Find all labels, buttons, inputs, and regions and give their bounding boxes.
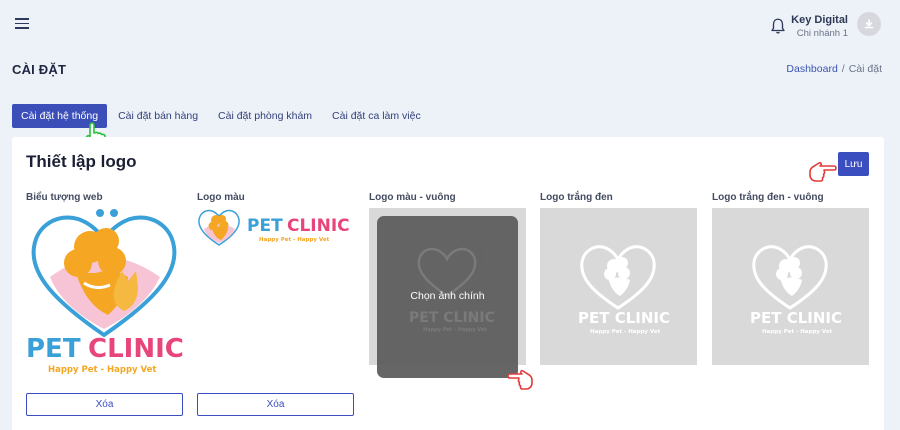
top-bar: Key Digital Chi nhánh 1 bbox=[0, 0, 900, 50]
logo-placeholder-tagline: Happy Pet - Happy Vet bbox=[762, 329, 833, 335]
choose-main-image-label: Chọn ảnh chính bbox=[410, 290, 485, 302]
download-icon bbox=[864, 19, 874, 29]
logo-placeholder-image: PET CLINIC Happy Pet - Happy Vet bbox=[750, 245, 842, 335]
logo-tagline: Happy Pet - Happy Vet bbox=[259, 237, 330, 243]
label-web-icon: Biểu tượng web bbox=[26, 192, 103, 203]
tab-sales-settings[interactable]: Cài đặt bán hàng bbox=[109, 104, 207, 128]
breadcrumb-dashboard-link[interactable]: Dashboard bbox=[786, 63, 837, 75]
web-icon-slot[interactable]: PET CLINIC Happy Pet - Happy Vet bbox=[26, 207, 184, 377]
logo-text-pet: PET bbox=[26, 334, 81, 364]
logo-placeholder-text: PET CLINIC bbox=[409, 310, 495, 326]
pointer-hand-icon bbox=[507, 369, 533, 390]
logo-settings-card: Thiết lập logo Lưu Biểu tượng web Logo m… bbox=[12, 137, 884, 430]
breadcrumb-current: Cài đặt bbox=[848, 63, 882, 75]
label-color-logo: Logo màu bbox=[197, 192, 245, 203]
logo-text-pet: PET bbox=[247, 216, 283, 236]
logo-text-clinic: CLINIC bbox=[287, 216, 350, 236]
logo-placeholder-tagline: Happy Pet - Happy Vet bbox=[590, 329, 661, 335]
label-color-logo-square: Logo màu - vuông bbox=[369, 192, 456, 203]
delete-color-logo-button[interactable]: Xóa bbox=[197, 393, 354, 416]
choose-image-overlay[interactable]: PET CLINIC Happy Pet - Happy Vet Chọn ản… bbox=[377, 216, 518, 378]
color-logo-slot[interactable]: PET CLINIC Happy Pet - Happy Vet bbox=[197, 207, 354, 251]
page-title: CÀI ĐẶT bbox=[12, 62, 67, 77]
label-bw-logo: Logo trắng đen bbox=[540, 192, 613, 203]
save-button[interactable]: Lưu bbox=[838, 152, 869, 176]
breadcrumb: Dashboard / Cài đặt bbox=[786, 63, 882, 75]
user-branch[interactable]: Chi nhánh 1 bbox=[760, 28, 848, 39]
logo-text-clinic: CLINIC bbox=[88, 334, 183, 364]
bw-logo-square-slot[interactable]: PET CLINIC Happy Pet - Happy Vet bbox=[712, 208, 869, 365]
settings-tabs: Cài đặt hệ thống Cài đặt bán hàng Cài đặ… bbox=[12, 104, 432, 128]
tab-clinic-settings[interactable]: Cài đặt phòng khám bbox=[209, 104, 321, 128]
logo-placeholder-image: PET CLINIC Happy Pet - Happy Vet bbox=[578, 245, 670, 335]
logo-placeholder-tagline: Happy Pet - Happy Vet bbox=[423, 327, 487, 333]
logo-placeholder-text: PET CLINIC bbox=[578, 309, 670, 327]
pointer-hand-icon bbox=[809, 161, 837, 182]
card-title: Thiết lập logo bbox=[26, 152, 137, 171]
bw-logo-slot[interactable]: PET CLINIC Happy Pet - Happy Vet bbox=[540, 208, 697, 365]
pet-clinic-horizontal-logo-image: PET CLINIC Happy Pet - Happy Vet bbox=[198, 209, 350, 246]
logo-tagline: Happy Pet - Happy Vet bbox=[48, 365, 156, 375]
avatar[interactable] bbox=[857, 12, 881, 36]
user-name[interactable]: Key Digital bbox=[760, 14, 848, 26]
delete-web-icon-button[interactable]: Xóa bbox=[26, 393, 183, 416]
tab-shift-settings[interactable]: Cài đặt ca làm việc bbox=[323, 104, 430, 128]
logo-placeholder-text: PET CLINIC bbox=[750, 309, 842, 327]
pet-clinic-logo-image: PET CLINIC Happy Pet - Happy Vet bbox=[26, 209, 184, 375]
menu-icon[interactable] bbox=[15, 18, 29, 30]
label-bw-logo-square: Logo trắng đen - vuông bbox=[712, 192, 824, 203]
breadcrumb-separator: / bbox=[841, 63, 845, 75]
